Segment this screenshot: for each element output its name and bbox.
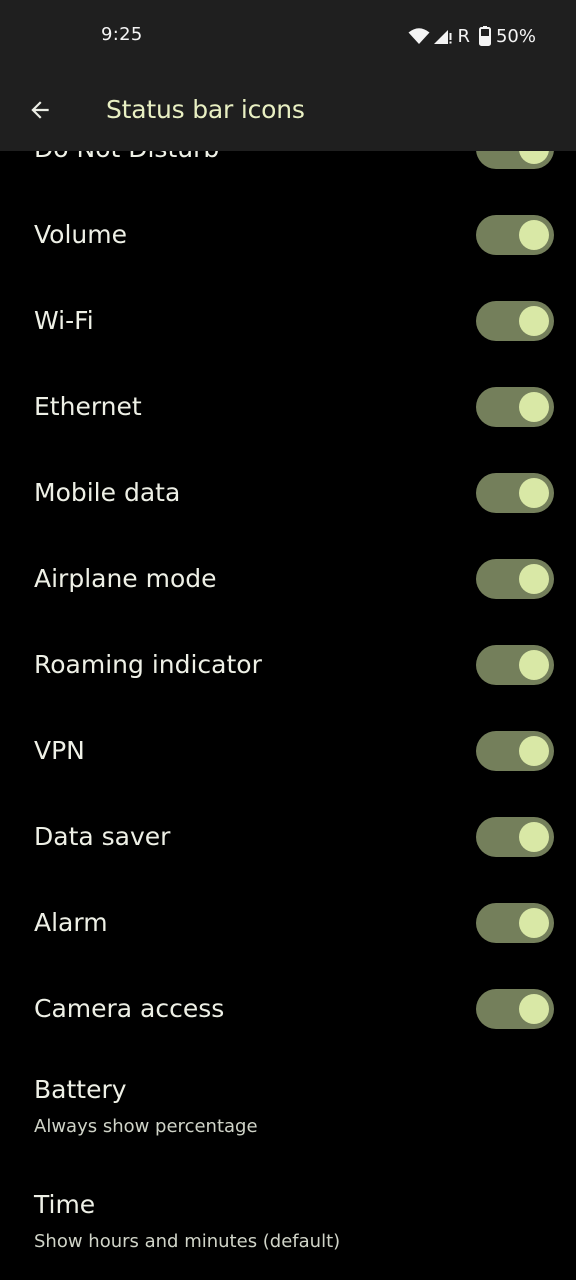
toggle-label: Data saver: [34, 822, 171, 851]
toggle-switch-mobile-data[interactable]: [476, 473, 554, 513]
page-title: Status bar icons: [106, 95, 305, 124]
toggle-label: Do Not Disturb: [34, 151, 219, 163]
toggle-switch-volume[interactable]: [476, 215, 554, 255]
clock: 9:25: [101, 24, 143, 45]
toggle-label: Roaming indicator: [34, 650, 262, 679]
toggle-thumb: [519, 478, 549, 508]
toggle-thumb: [519, 650, 549, 680]
toggle-thumb: [519, 220, 549, 250]
toggle-row-ethernet[interactable]: Ethernet: [0, 366, 576, 452]
preference-summary: Always show percentage: [34, 1116, 258, 1137]
toggle-row-vpn[interactable]: VPN: [0, 710, 576, 796]
toggle-switch-data-saver[interactable]: [476, 817, 554, 857]
roaming-label: R: [457, 25, 470, 47]
toggle-row-alarm[interactable]: Alarm: [0, 882, 576, 968]
toggle-switch-camera-access[interactable]: [476, 989, 554, 1029]
preference-row-battery[interactable]: Battery Always show percentage: [0, 1054, 576, 1169]
wifi-icon: [408, 27, 430, 45]
toggle-row-airplane-mode[interactable]: Airplane mode: [0, 538, 576, 624]
toggle-label: Mobile data: [34, 478, 181, 507]
toggle-label: Airplane mode: [34, 564, 217, 593]
status-icons: R 50%: [408, 24, 536, 48]
toggle-label: Volume: [34, 220, 127, 249]
toggle-thumb: [519, 151, 549, 164]
toggle-switch-airplane-mode[interactable]: [476, 559, 554, 599]
toggle-thumb: [519, 994, 549, 1024]
toggle-switch-vpn[interactable]: [476, 731, 554, 771]
toggle-label: Alarm: [34, 908, 108, 937]
toggle-thumb: [519, 736, 549, 766]
screen: 9:25 R 50% Status bar icons Volume Wi-Fi…: [0, 0, 576, 1280]
toggle-switch-do-not-disturb[interactable]: [476, 151, 554, 169]
toggle-thumb: [519, 392, 549, 422]
preference-title: Battery: [34, 1075, 127, 1104]
toggle-row-mobile-data[interactable]: Mobile data: [0, 452, 576, 538]
toggle-row-do-not-disturb[interactable]: Do Not Disturb: [0, 151, 576, 194]
toggle-switch-roaming-indicator[interactable]: [476, 645, 554, 685]
battery-icon: [478, 26, 491, 46]
toggle-switch-wifi[interactable]: [476, 301, 554, 341]
app-bar: Status bar icons: [0, 72, 576, 151]
toggle-row-data-saver[interactable]: Data saver: [0, 796, 576, 882]
battery-percentage: 50%: [495, 25, 536, 47]
toggle-thumb: [519, 306, 549, 336]
toggle-row-roaming-indicator[interactable]: Roaming indicator: [0, 624, 576, 710]
toggle-switch-alarm[interactable]: [476, 903, 554, 943]
arrow-back-icon: [27, 97, 53, 127]
preference-row-time[interactable]: Time Show hours and minutes (default): [0, 1169, 576, 1280]
back-button[interactable]: [16, 88, 64, 136]
toggle-thumb: [519, 822, 549, 852]
preference-summary: Show hours and minutes (default): [34, 1231, 341, 1252]
toggle-row-volume[interactable]: Volume: [0, 194, 576, 280]
toggle-label: VPN: [34, 736, 85, 765]
toggle-label: Camera access: [34, 994, 225, 1023]
toggle-label: Wi-Fi: [34, 306, 94, 335]
toggle-row-wifi[interactable]: Wi-Fi: [0, 280, 576, 366]
status-bar: 9:25 R 50%: [0, 0, 576, 72]
preference-title: Time: [34, 1190, 96, 1219]
toggle-thumb: [519, 908, 549, 938]
toggle-switch-ethernet[interactable]: [476, 387, 554, 427]
toggle-row-camera-access[interactable]: Camera access: [0, 968, 576, 1054]
cell-signal-icon: [433, 27, 453, 45]
toggle-label: Ethernet: [34, 392, 142, 421]
toggle-thumb: [519, 564, 549, 594]
settings-list[interactable]: Do Not Disturb Volume Wi-Fi Ethernet Mob…: [0, 151, 576, 1280]
